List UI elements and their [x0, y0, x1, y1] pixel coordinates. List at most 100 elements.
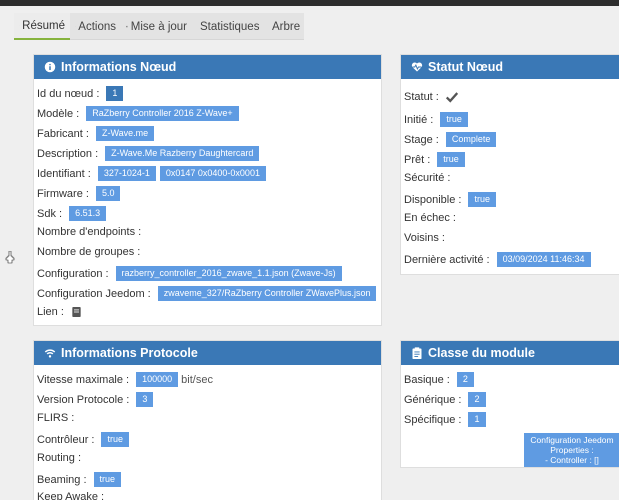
- status-row: Statut :: [404, 90, 459, 104]
- keepawake-label: Keep Awake :: [37, 491, 105, 500]
- config-box-controller: - Controller : []: [545, 455, 599, 465]
- available-label: Disponible :: [404, 193, 462, 206]
- flirs-row: FLIRS :: [37, 412, 77, 424]
- module-class-panel: Classe du module Basique : 2 Générique :…: [400, 340, 619, 468]
- speed-badge: 100000: [136, 372, 179, 387]
- panel-header: Statut Nœud: [401, 55, 619, 79]
- tab-label: Résumé: [22, 19, 65, 32]
- generic-badge: 2: [468, 392, 486, 407]
- beaming-badge: true: [93, 472, 122, 487]
- link-label: Lien :: [37, 306, 64, 318]
- model-badge: RaZberry Controller 2016 Z-Wave+: [86, 106, 239, 121]
- flirs-label: FLIRS :: [37, 412, 75, 424]
- firmware-badge: 5.0: [95, 186, 121, 201]
- specific-badge: 1: [468, 412, 486, 427]
- tab-label: Statistiques: [200, 20, 260, 33]
- clipboard-icon: [412, 347, 422, 359]
- speed-label: Vitesse maximale :: [37, 373, 130, 386]
- node-id-badge: 1: [106, 86, 124, 101]
- controller-row: Contrôleur : true: [37, 432, 129, 447]
- jeedom-config-label: Configuration Jeedom :: [37, 287, 151, 300]
- ready-row: Prêt : true: [404, 152, 465, 167]
- stage-row: Stage : Complete: [404, 132, 497, 147]
- link-row: Lien :: [37, 306, 81, 318]
- controller-label: Contrôleur :: [37, 433, 95, 446]
- identifier-row: Identifiant : 327-1024-1 0x0147 0x0400-0…: [37, 166, 266, 181]
- security-label: Sécurité :: [404, 172, 451, 184]
- specific-row: Spécifique : 1: [404, 412, 486, 427]
- tab-statistics[interactable]: Statistiques: [192, 13, 264, 40]
- routing-label: Routing :: [37, 452, 82, 464]
- tab-label: Actions: [78, 20, 116, 33]
- available-row: Disponible : true: [404, 192, 496, 207]
- tab-tree[interactable]: Arbre: [264, 13, 304, 40]
- ready-label: Prêt :: [404, 153, 431, 166]
- book-icon[interactable]: [72, 307, 81, 317]
- basic-label: Basique :: [404, 373, 450, 386]
- tab-update[interactable]: Mise à jour: [121, 13, 192, 40]
- mouse-cursor-icon: [5, 251, 15, 264]
- heartbeat-icon: [411, 62, 423, 72]
- last-activity-label: Dernière activité :: [404, 253, 490, 266]
- node-info-panel: Informations Nœud Id du nœud : 1 Modèle …: [33, 54, 382, 326]
- identifier-badge: 327-1024-1: [97, 166, 156, 181]
- keepawake-row: Keep Awake :: [37, 491, 107, 500]
- check-icon: [445, 92, 458, 103]
- initiated-badge: true: [440, 112, 468, 127]
- jeedom-config-badge: zwaveme_327/RaZberry Controller ZWavePlu…: [157, 286, 377, 301]
- tab-label: Arbre: [272, 20, 301, 33]
- version-badge: 3: [136, 392, 154, 407]
- panel-title: Informations Protocole: [61, 346, 198, 360]
- stage-label: Stage :: [404, 133, 439, 146]
- neighbors-label: Voisins :: [404, 232, 445, 244]
- basic-badge: 2: [456, 372, 474, 387]
- routing-row: Routing :: [37, 452, 84, 464]
- sdk-label: Sdk :: [37, 207, 63, 220]
- panel-title: Classe du module: [428, 346, 535, 360]
- jeedom-config-box: Configuration Jeedom Properties : - Cont…: [524, 433, 619, 467]
- speed-row: Vitesse maximale : 100000 bit/sec: [37, 372, 213, 387]
- basic-row: Basique : 2: [404, 372, 474, 387]
- top-bar: [0, 0, 619, 6]
- initiated-label: Initié :: [404, 113, 434, 126]
- tab-resume[interactable]: Résumé: [14, 13, 70, 40]
- version-row: Version Protocole : 3: [37, 392, 154, 407]
- endpoints-label: Nombre d'endpoints :: [37, 226, 142, 238]
- sdk-row: Sdk : 6.51.3: [37, 206, 107, 221]
- initiated-row: Initié : true: [404, 112, 468, 127]
- description-badge: Z-Wave.Me Razberry Daughtercard: [105, 146, 260, 161]
- stage-badge: Complete: [445, 132, 497, 147]
- config-row: Configuration : razberry_controller_2016…: [37, 266, 342, 281]
- groups-row: Nombre de groupes :: [37, 246, 143, 258]
- identifier-hex-badge: 0x0147 0x0400-0x0001: [159, 166, 266, 181]
- firmware-row: Firmware : 5.0: [37, 186, 121, 201]
- model-row: Modèle : RaZberry Controller 2016 Z-Wave…: [37, 106, 239, 121]
- security-row: Sécurité :: [404, 172, 453, 184]
- controller-badge: true: [101, 432, 129, 447]
- config-label: Configuration :: [37, 267, 109, 280]
- manufacturer-row: Fabricant : Z-Wave.me: [37, 126, 155, 141]
- wifi-icon: [44, 349, 56, 358]
- beaming-label: Beaming :: [37, 473, 87, 486]
- panel-title: Informations Nœud: [61, 60, 177, 74]
- endpoints-row: Nombre d'endpoints :: [37, 226, 144, 238]
- last-activity-badge: 03/09/2024 11:46:34: [496, 252, 591, 267]
- status-label: Statut :: [404, 91, 439, 103]
- version-label: Version Protocole :: [37, 393, 130, 406]
- config-badge: razberry_controller_2016_zwave_1.1.json …: [115, 266, 342, 281]
- generic-row: Générique : 2: [404, 392, 486, 407]
- protocol-panel: Informations Protocole Vitesse maximale …: [33, 340, 382, 500]
- sdk-badge: 6.51.3: [69, 206, 107, 221]
- available-badge: true: [468, 192, 496, 207]
- description-label: Description :: [37, 147, 99, 160]
- manufacturer-label: Fabricant :: [37, 127, 89, 140]
- description-row: Description : Z-Wave.Me Razberry Daughte…: [37, 146, 260, 161]
- tab-actions[interactable]: Actions: [70, 13, 121, 40]
- groups-label: Nombre de groupes :: [37, 246, 141, 258]
- panel-header: Informations Nœud: [34, 55, 381, 79]
- panel-header: Informations Protocole: [34, 341, 381, 365]
- tab-label: Mise à jour: [130, 20, 187, 33]
- node-id-row: Id du nœud : 1: [37, 86, 124, 101]
- manufacturer-badge: Z-Wave.me: [95, 126, 155, 141]
- config-box-title: Configuration Jeedom: [530, 435, 614, 445]
